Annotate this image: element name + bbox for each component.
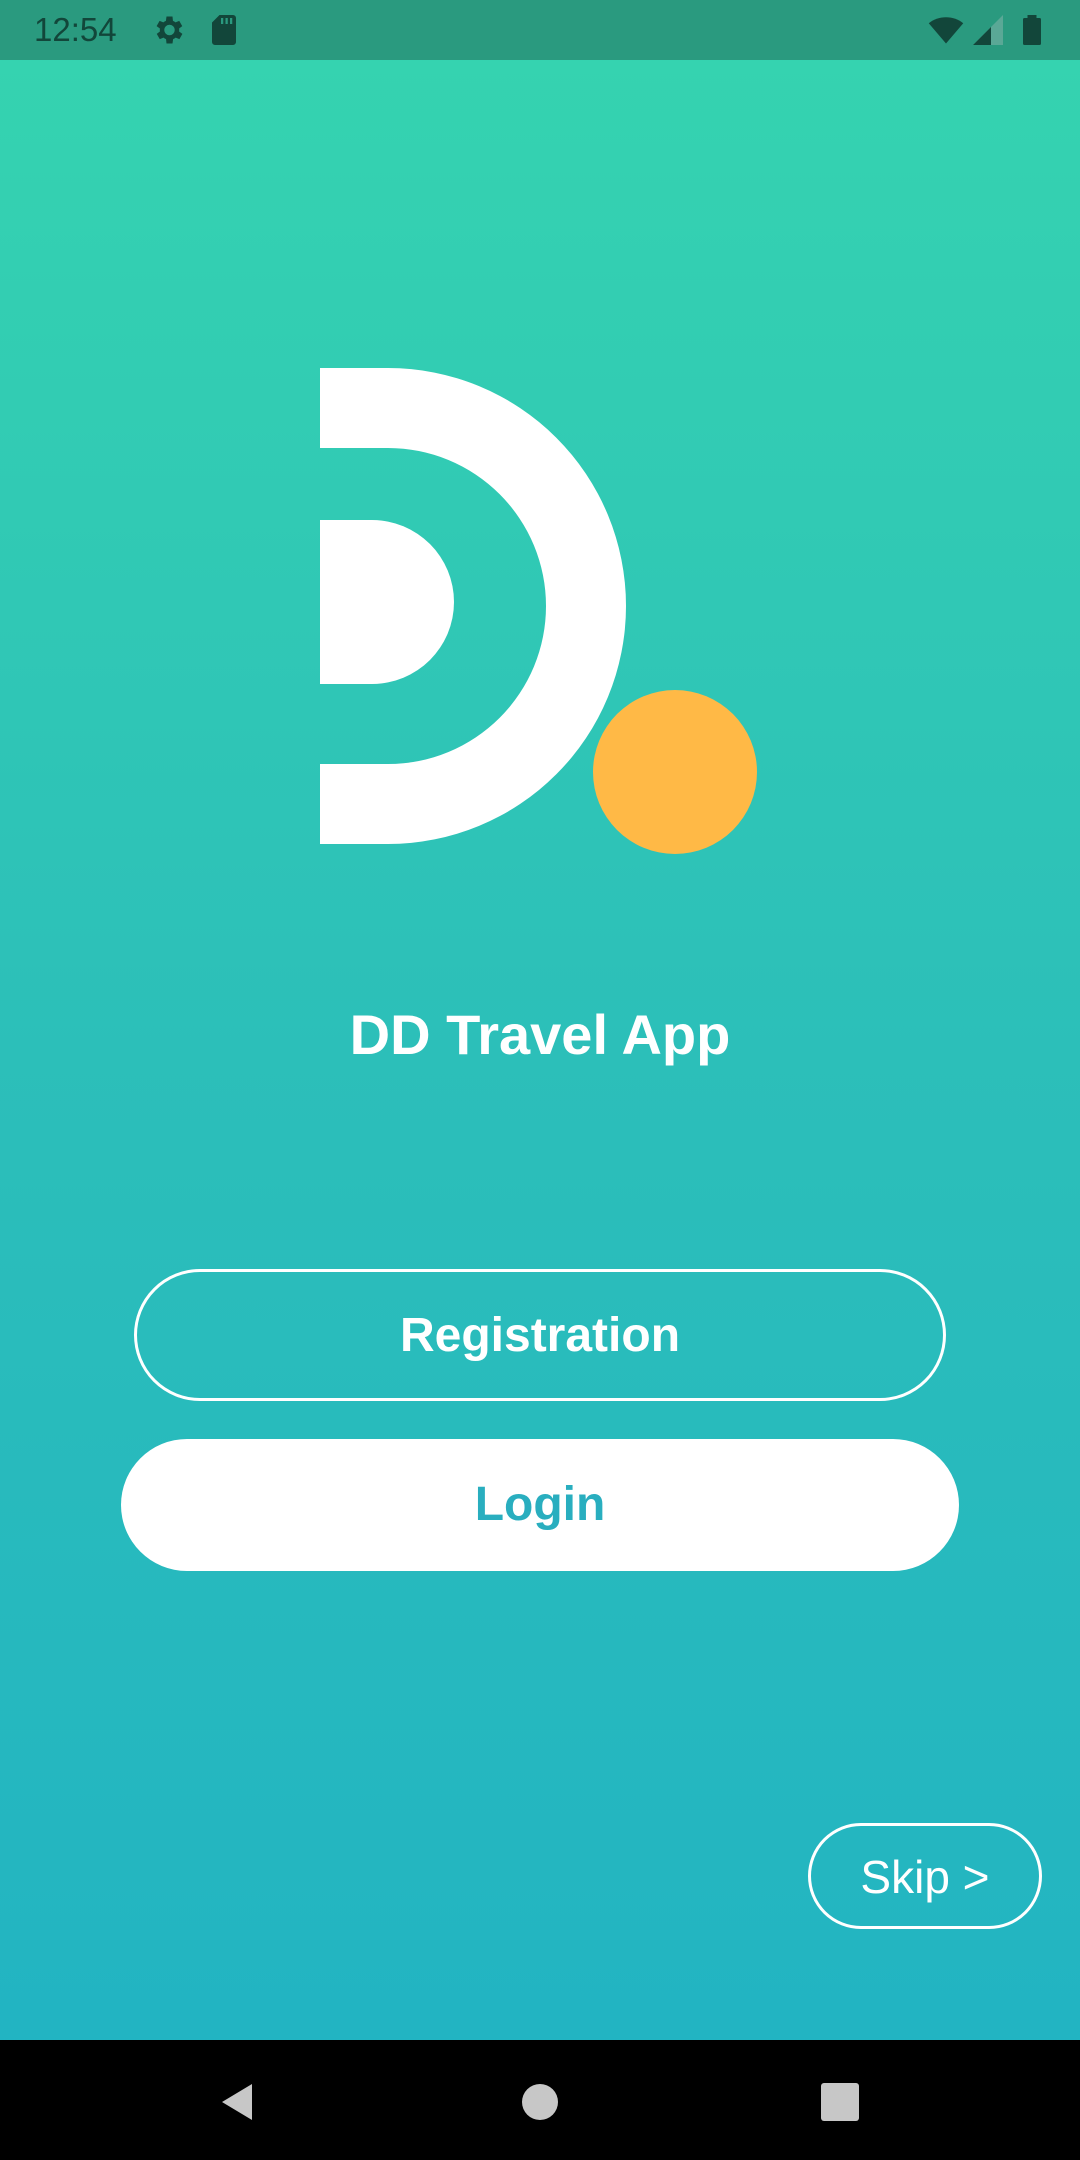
app-title: DD Travel App xyxy=(349,1003,731,1066)
back-icon[interactable] xyxy=(216,2080,260,2124)
registration-button[interactable]: Registration xyxy=(134,1269,946,1401)
battery-icon xyxy=(1023,15,1041,45)
home-icon[interactable] xyxy=(518,2080,562,2124)
app-background: DD Travel App Registration Login Skip > xyxy=(0,60,1080,2040)
signal-icon xyxy=(973,15,1003,45)
login-button[interactable]: Login xyxy=(121,1439,959,1571)
navigation-bar xyxy=(0,2040,1080,2160)
status-time: 12:54 xyxy=(34,11,117,48)
status-bar: 12:54 xyxy=(0,0,1080,60)
recents-icon[interactable] xyxy=(818,2080,862,2124)
skip-button[interactable]: Skip > xyxy=(808,1823,1042,1929)
screen: 12:54 DD Travel App Registration Login S… xyxy=(0,0,1080,2160)
gear-icon xyxy=(156,16,183,44)
wifi-icon xyxy=(928,17,964,44)
sd-card-icon xyxy=(212,15,236,45)
app-logo xyxy=(320,368,757,854)
